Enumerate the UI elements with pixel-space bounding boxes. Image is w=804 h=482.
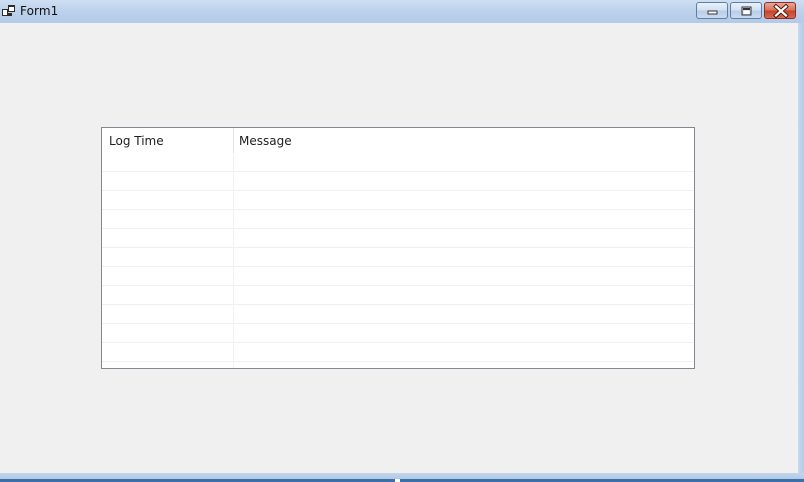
- maximize-icon: [741, 6, 752, 16]
- list-body[interactable]: [102, 156, 694, 368]
- window-title: Form1: [20, 4, 59, 18]
- minimize-button[interactable]: [696, 2, 728, 19]
- list-header: Log Time Message: [102, 128, 694, 156]
- maximize-button[interactable]: [730, 2, 762, 19]
- close-button[interactable]: [764, 2, 796, 19]
- list-row-gridline: [102, 304, 694, 323]
- list-row-gridline: [102, 266, 694, 285]
- close-icon: [773, 3, 789, 19]
- list-row-gridline: [102, 342, 694, 361]
- column-header-log-time[interactable]: Log Time: [102, 128, 233, 156]
- column-gridline: [233, 156, 234, 368]
- list-row-gridline: [102, 285, 694, 304]
- log-list-view[interactable]: Log Time Message: [101, 127, 695, 369]
- list-row-gridline: [102, 228, 694, 247]
- minimize-icon: [707, 10, 718, 15]
- app-window-icon[interactable]: [2, 5, 15, 17]
- list-row-gridline: [102, 247, 694, 266]
- list-row-gridline: [102, 323, 694, 342]
- list-row-gridline: [102, 361, 694, 368]
- list-row-gridline: [102, 209, 694, 228]
- list-row-gridline: [102, 171, 694, 190]
- window-right-border[interactable]: [798, 23, 804, 473]
- column-separator[interactable]: [233, 128, 234, 154]
- title-bar[interactable]: Form1: [0, 0, 804, 23]
- form1-window: Form1 Log Time Message: [0, 0, 804, 482]
- column-header-message[interactable]: Message: [233, 128, 694, 156]
- list-row-gridline: [102, 190, 694, 209]
